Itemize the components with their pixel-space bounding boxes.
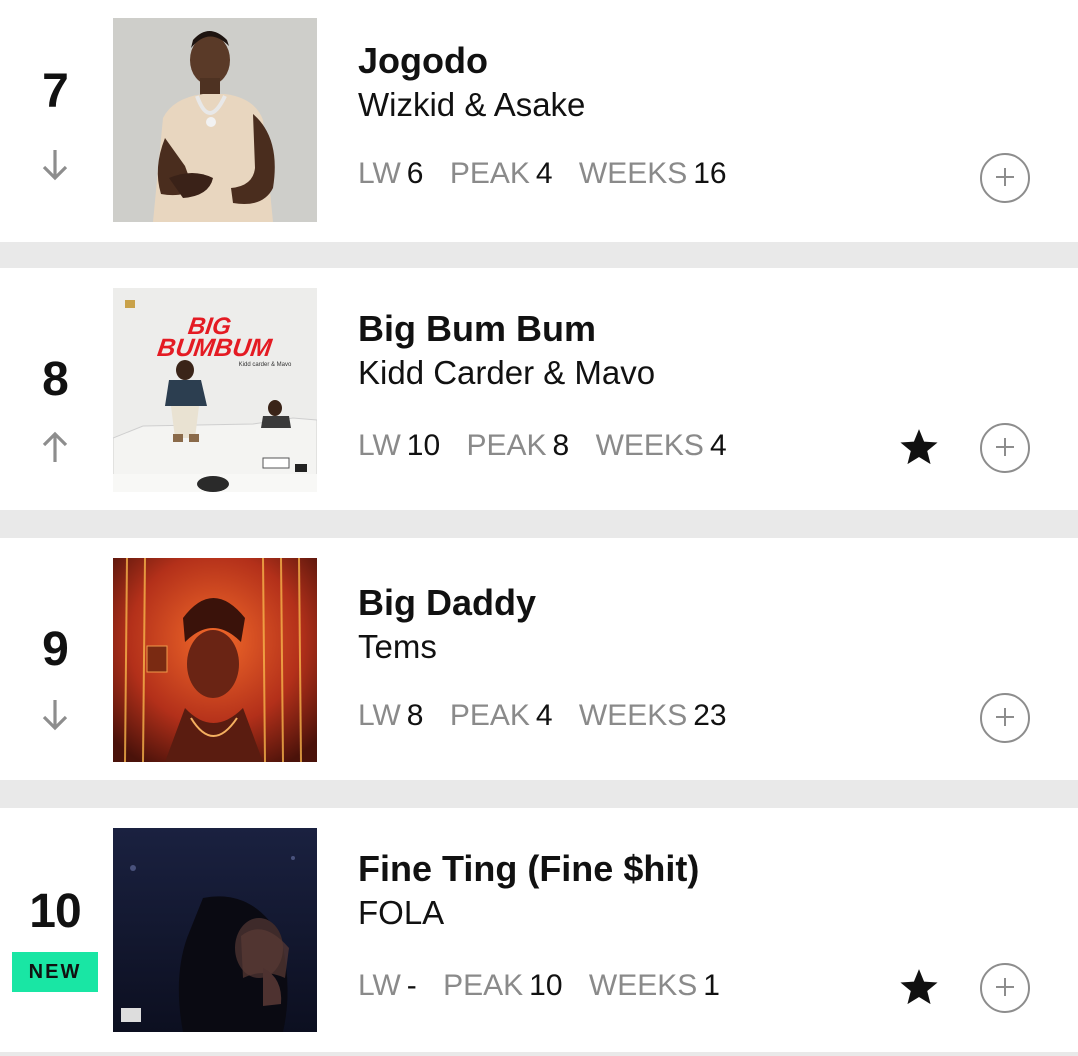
add-button[interactable] [980, 423, 1030, 473]
song-title[interactable]: Big Daddy [358, 582, 536, 624]
last-week-value: - [406, 969, 417, 1002]
artist-name[interactable]: Wizkid & Asake [358, 86, 585, 124]
album-cover-image [113, 18, 317, 222]
last-week-value: 8 [406, 699, 424, 732]
weeks-value: 1 [703, 969, 720, 1002]
plus-icon [996, 438, 1014, 456]
chart-row-8[interactable]: 8 BIG BUMBUM Kidd carder & Mavo Big Bum … [0, 268, 1078, 510]
peak-value: 10 [529, 969, 563, 1002]
album-cover-jogodo[interactable] [113, 18, 317, 222]
song-title[interactable]: Jogodo [358, 40, 488, 82]
last-week-label: LW [358, 699, 401, 732]
chart-stats: LW 10 PEAK 8 WEEKS 4 [358, 429, 745, 463]
song-title[interactable]: Fine Ting (Fine $hit) [358, 848, 699, 890]
rank-number: 8 [42, 353, 69, 406]
last-week-value: 10 [406, 429, 441, 462]
weeks-label: WEEKS [578, 699, 688, 732]
last-week-label: LW [358, 969, 401, 1002]
weeks-label: WEEKS [578, 157, 688, 190]
cover-text-bumbum: BUMBUM [156, 334, 275, 362]
song-title[interactable]: Big Bum Bum [358, 308, 596, 350]
weeks-label: WEEKS [588, 969, 698, 1002]
album-cover-big-bum-bum[interactable]: BIG BUMBUM Kidd carder & Mavo [113, 288, 317, 492]
rank-number: 10 [29, 885, 81, 938]
chart-row-9[interactable]: 9 Big Daddy Tems LW 8 PEAK 4 WEEKS 23 [0, 538, 1078, 780]
peak-label: PEAK [449, 157, 530, 190]
chart-stats: LW - PEAK 10 WEEKS 1 [358, 969, 738, 1003]
peak-label: PEAK [466, 429, 547, 462]
album-cover-fine-ting[interactable] [113, 828, 317, 1032]
trend-indicator: NEW [0, 938, 110, 1008]
arrow-down-icon [42, 700, 68, 731]
plus-icon [996, 978, 1014, 996]
chart-stats: LW 8 PEAK 4 WEEKS 23 [358, 699, 745, 733]
last-week-value: 6 [406, 157, 424, 190]
arrow-down-icon [42, 150, 68, 181]
artist-name[interactable]: FOLA [358, 894, 444, 932]
peak-label: PEAK [443, 969, 524, 1002]
rank-number: 7 [42, 65, 69, 118]
star-icon [900, 969, 938, 1005]
weeks-value: 4 [709, 429, 727, 462]
album-cover-image [113, 828, 317, 1032]
artist-name[interactable]: Kidd Carder & Mavo [358, 354, 655, 392]
chart-list: 7 Jogodo Wizkid & Asake LW 6 PEAK 4 WEEK… [0, 0, 1078, 1056]
star-icon [900, 429, 938, 465]
last-week-label: LW [358, 429, 401, 462]
chart-stats: LW 6 PEAK 4 WEEKS 16 [358, 157, 745, 191]
plus-icon [996, 168, 1014, 186]
peak-value: 4 [535, 699, 553, 732]
chart-row-7[interactable]: 7 Jogodo Wizkid & Asake LW 6 PEAK 4 WEEK… [0, 0, 1078, 242]
album-cover-big-daddy[interactable] [113, 558, 317, 762]
last-week-label: LW [358, 157, 401, 190]
rank-number: 9 [42, 623, 69, 676]
artist-name[interactable]: Tems [358, 628, 437, 666]
trend-indicator [0, 422, 110, 492]
trend-indicator [0, 140, 110, 210]
plus-icon [996, 708, 1014, 726]
add-button[interactable] [980, 963, 1030, 1013]
trend-indicator [0, 690, 110, 760]
chart-row-10[interactable]: 10 NEW Fine Ting (Fine $hit) FOLA LW - P… [0, 808, 1078, 1052]
add-button[interactable] [980, 693, 1030, 743]
album-cover-image [113, 558, 317, 762]
add-button[interactable] [980, 153, 1030, 203]
album-cover-image: BIG BUMBUM Kidd carder & Mavo [113, 288, 317, 492]
new-entry-badge: NEW [12, 952, 98, 992]
peak-value: 4 [535, 157, 553, 190]
arrow-up-icon [42, 431, 68, 462]
weeks-label: WEEKS [595, 429, 704, 462]
peak-value: 8 [552, 429, 570, 462]
cover-credit: Kidd carder & Mavo [239, 362, 292, 368]
weeks-value: 16 [693, 157, 727, 190]
weeks-value: 23 [693, 699, 727, 732]
peak-label: PEAK [449, 699, 530, 732]
